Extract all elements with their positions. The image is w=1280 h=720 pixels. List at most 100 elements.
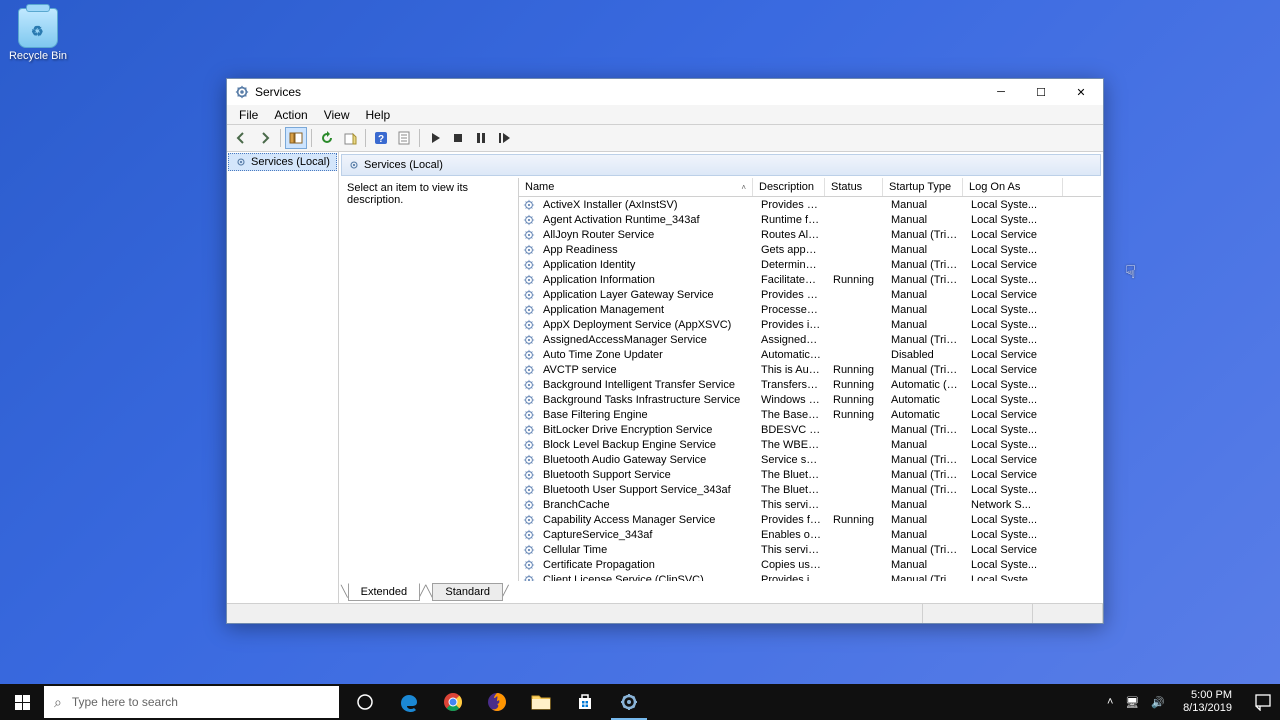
service-logon: Network S... [965, 499, 1065, 511]
service-row[interactable]: Application Layer Gateway ServiceProvide… [519, 287, 1101, 302]
service-row[interactable]: Background Intelligent Transfer ServiceT… [519, 377, 1101, 392]
service-row[interactable]: AssignedAccessManager ServiceAssignedAc.… [519, 332, 1101, 347]
gear-icon [523, 424, 535, 436]
stop-service-button[interactable] [447, 127, 469, 149]
service-row[interactable]: Bluetooth Audio Gateway ServiceService s… [519, 452, 1101, 467]
window-title: Services [255, 85, 981, 99]
service-row[interactable]: Bluetooth User Support Service_343afThe … [519, 482, 1101, 497]
service-row[interactable]: AllJoyn Router ServiceRoutes AllJo...Man… [519, 227, 1101, 242]
service-description: The Bluetoo... [755, 469, 827, 481]
gear-icon [523, 349, 535, 361]
cortana-button[interactable] [343, 684, 387, 720]
menu-action[interactable]: Action [266, 106, 315, 124]
refresh-button[interactable] [316, 127, 338, 149]
minimize-button[interactable]: ─ [981, 79, 1021, 105]
service-logon: Local Syste... [965, 304, 1065, 316]
tree-pane: Services (Local) [227, 152, 339, 603]
edge-button[interactable] [387, 684, 431, 720]
store-button[interactable] [563, 684, 607, 720]
service-name: Auto Time Zone Updater [537, 349, 755, 361]
tab-standard[interactable]: Standard [432, 583, 503, 601]
service-startup: Automatic [885, 394, 965, 406]
maximize-button[interactable]: ☐ [1021, 79, 1061, 105]
menu-help[interactable]: Help [358, 106, 399, 124]
service-row[interactable]: Auto Time Zone UpdaterAutomatica...Disab… [519, 347, 1101, 362]
gear-icon [523, 274, 535, 286]
action-center-button[interactable] [1246, 684, 1280, 720]
service-description: This service ... [755, 499, 827, 511]
windows-logo-icon [15, 695, 30, 710]
start-service-button[interactable] [424, 127, 446, 149]
show-hide-tree-button[interactable] [285, 127, 307, 149]
service-name: Client License Service (ClipSVC) [537, 574, 755, 582]
service-description: Processes in... [755, 304, 827, 316]
forward-button[interactable] [254, 127, 276, 149]
export-button[interactable] [339, 127, 361, 149]
titlebar[interactable]: Services ─ ☐ ✕ [227, 79, 1103, 105]
recycle-bin[interactable]: ♻ Recycle Bin [8, 8, 68, 62]
service-description: Service sup... [755, 454, 827, 466]
service-startup: Manual (Trig... [885, 574, 965, 582]
service-description: This is Audi... [755, 364, 827, 376]
col-description[interactable]: Description [753, 178, 825, 196]
chrome-button[interactable] [431, 684, 475, 720]
gear-icon [523, 319, 535, 331]
service-row[interactable]: Background Tasks Infrastructure ServiceW… [519, 392, 1101, 407]
tab-extended[interactable]: Extended [348, 583, 420, 601]
volume-icon[interactable]: 🔊 [1151, 696, 1165, 709]
tray-chevron-icon[interactable]: ˄ [1107, 696, 1113, 708]
list-body[interactable]: ActiveX Installer (AxInstSV)Provides Us.… [519, 197, 1101, 581]
gear-icon [523, 304, 535, 316]
service-description: Provides su... [755, 289, 827, 301]
menu-view[interactable]: View [316, 106, 358, 124]
service-row[interactable]: AVCTP serviceThis is Audi...RunningManua… [519, 362, 1101, 377]
file-explorer-button[interactable] [519, 684, 563, 720]
taskbar-clock[interactable]: 5:00 PM 8/13/2019 [1177, 689, 1238, 715]
recycle-bin-label: Recycle Bin [8, 50, 68, 62]
service-startup: Manual (Trig... [885, 424, 965, 436]
gear-icon [523, 514, 535, 526]
restart-service-button[interactable] [493, 127, 515, 149]
taskbar: ⌕ Type here to search ˄ 🖥 🔊 5:00 PM 8/13… [0, 684, 1280, 720]
service-startup: Manual (Trig... [885, 259, 965, 271]
service-row[interactable]: Base Filtering EngineThe Base Fil...Runn… [519, 407, 1101, 422]
service-row[interactable]: BitLocker Drive Encryption ServiceBDESVC… [519, 422, 1101, 437]
taskbar-search[interactable]: ⌕ Type here to search [44, 686, 339, 718]
col-name[interactable]: Name˄ [519, 178, 753, 196]
firefox-button[interactable] [475, 684, 519, 720]
service-row[interactable]: Application InformationFacilitates t...R… [519, 272, 1101, 287]
service-row[interactable]: Bluetooth Support ServiceThe Bluetoo...M… [519, 467, 1101, 482]
system-tray[interactable]: ˄ 🖥 🔊 5:00 PM 8/13/2019 [1099, 689, 1246, 715]
service-row[interactable]: Capability Access Manager ServiceProvide… [519, 512, 1101, 527]
col-status[interactable]: Status [825, 178, 883, 196]
service-row[interactable]: AppX Deployment Service (AppXSVC)Provide… [519, 317, 1101, 332]
service-row[interactable]: Certificate PropagationCopies user ...Ma… [519, 557, 1101, 572]
col-startup-type[interactable]: Startup Type [883, 178, 963, 196]
col-log-on-as[interactable]: Log On As [963, 178, 1063, 196]
service-row[interactable]: Application ManagementProcesses in...Man… [519, 302, 1101, 317]
list-header: Name˄ Description Status Startup Type Lo… [519, 178, 1101, 197]
menu-file[interactable]: File [231, 106, 266, 124]
service-name: Application Identity [537, 259, 755, 271]
service-row[interactable]: ActiveX Installer (AxInstSV)Provides Us.… [519, 197, 1101, 212]
service-startup: Manual [885, 499, 965, 511]
start-button[interactable] [0, 684, 44, 720]
service-name: AppX Deployment Service (AppXSVC) [537, 319, 755, 331]
service-row[interactable]: Client License Service (ClipSVC)Provides… [519, 572, 1101, 581]
service-row[interactable]: CaptureService_343afEnables opti...Manua… [519, 527, 1101, 542]
tree-item-services-local[interactable]: Services (Local) [228, 153, 337, 171]
service-row[interactable]: Cellular TimeThis service ...Manual (Tri… [519, 542, 1101, 557]
back-button[interactable] [231, 127, 253, 149]
service-row[interactable]: Agent Activation Runtime_343afRuntime fo… [519, 212, 1101, 227]
pause-service-button[interactable] [470, 127, 492, 149]
status-cell [227, 604, 923, 623]
service-row[interactable]: BranchCacheThis service ...ManualNetwork… [519, 497, 1101, 512]
service-row[interactable]: Application IdentityDetermines ...Manual… [519, 257, 1101, 272]
service-row[interactable]: Block Level Backup Engine ServiceThe WBE… [519, 437, 1101, 452]
network-icon[interactable]: 🖥 [1125, 696, 1139, 709]
properties-button[interactable] [393, 127, 415, 149]
help-button[interactable]: ? [370, 127, 392, 149]
close-button[interactable]: ✕ [1061, 79, 1101, 105]
service-row[interactable]: App ReadinessGets apps re...ManualLocal … [519, 242, 1101, 257]
services-taskbar-button[interactable] [607, 684, 651, 720]
